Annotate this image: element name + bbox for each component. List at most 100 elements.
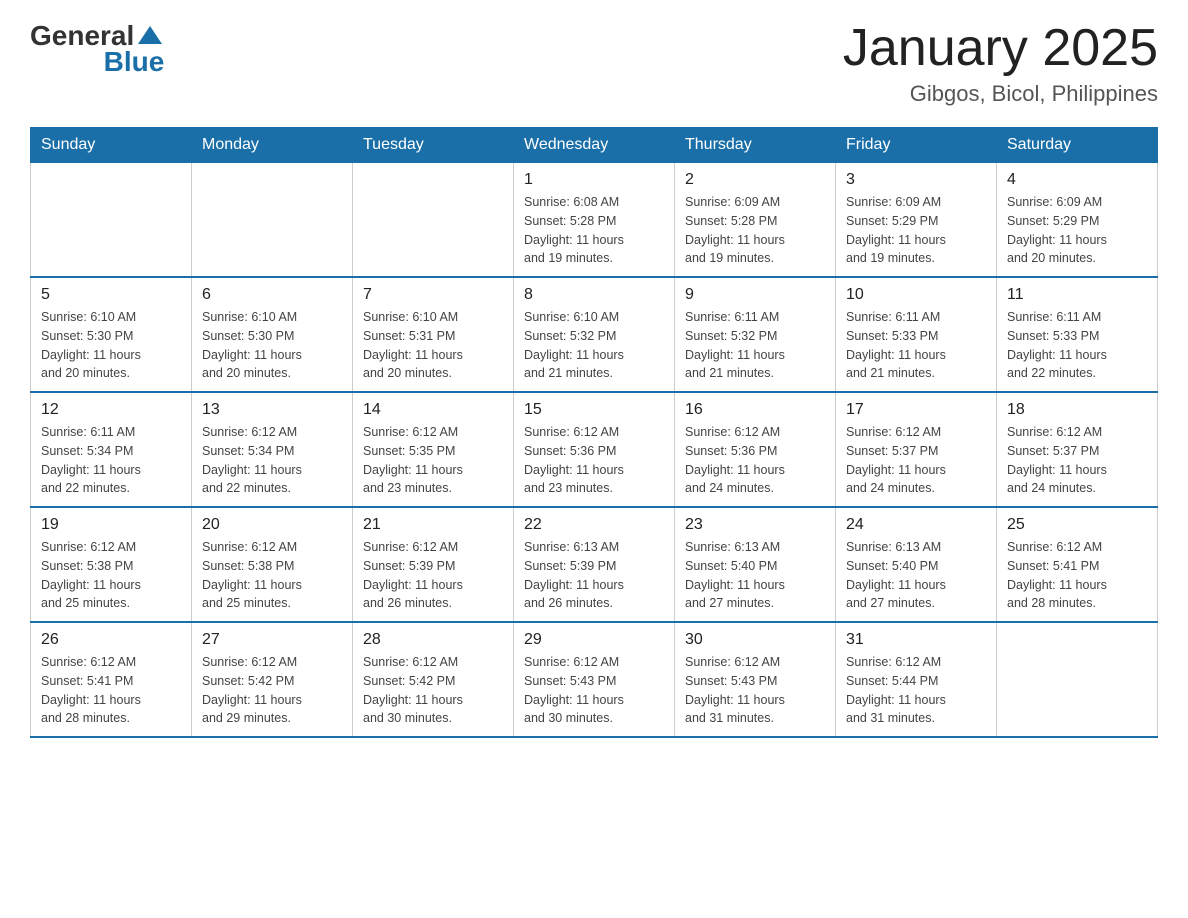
title-block: January 2025 Gibgos, Bicol, Philippines: [843, 20, 1158, 107]
day-number: 30: [685, 631, 825, 649]
day-info: Sunrise: 6:10 AMSunset: 5:30 PMDaylight:…: [202, 308, 342, 383]
calendar-day-1: 1 Sunrise: 6:08 AMSunset: 5:28 PMDaylight…: [514, 163, 675, 278]
day-info: Sunrise: 6:13 AMSunset: 5:40 PMDaylight:…: [846, 538, 986, 613]
page-header: General Blue January 2025 Gibgos, Bicol,…: [30, 20, 1158, 107]
calendar-header-row: SundayMondayTuesdayWednesdayThursdayFrid…: [31, 128, 1158, 163]
header-saturday: Saturday: [997, 128, 1158, 163]
day-info: Sunrise: 6:10 AMSunset: 5:30 PMDaylight:…: [41, 308, 181, 383]
day-info: Sunrise: 6:08 AMSunset: 5:28 PMDaylight:…: [524, 193, 664, 268]
day-number: 17: [846, 401, 986, 419]
calendar-day-26: 26 Sunrise: 6:12 AMSunset: 5:41 PMDayligh…: [31, 622, 192, 737]
day-info: Sunrise: 6:10 AMSunset: 5:32 PMDaylight:…: [524, 308, 664, 383]
header-monday: Monday: [192, 128, 353, 163]
day-info: Sunrise: 6:12 AMSunset: 5:37 PMDaylight:…: [1007, 423, 1147, 498]
day-number: 16: [685, 401, 825, 419]
calendar-day-24: 24 Sunrise: 6:13 AMSunset: 5:40 PMDayligh…: [836, 507, 997, 622]
day-info: Sunrise: 6:12 AMSunset: 5:42 PMDaylight:…: [202, 653, 342, 728]
header-wednesday: Wednesday: [514, 128, 675, 163]
day-number: 21: [363, 516, 503, 534]
calendar-empty-cell: [353, 163, 514, 278]
calendar-week-row: 26 Sunrise: 6:12 AMSunset: 5:41 PMDayligh…: [31, 622, 1158, 737]
day-info: Sunrise: 6:11 AMSunset: 5:32 PMDaylight:…: [685, 308, 825, 383]
calendar-empty-cell: [192, 163, 353, 278]
day-info: Sunrise: 6:09 AMSunset: 5:28 PMDaylight:…: [685, 193, 825, 268]
calendar-week-row: 19 Sunrise: 6:12 AMSunset: 5:38 PMDayligh…: [31, 507, 1158, 622]
calendar-day-29: 29 Sunrise: 6:12 AMSunset: 5:43 PMDayligh…: [514, 622, 675, 737]
calendar-day-8: 8 Sunrise: 6:10 AMSunset: 5:32 PMDaylight…: [514, 277, 675, 392]
day-info: Sunrise: 6:11 AMSunset: 5:33 PMDaylight:…: [846, 308, 986, 383]
day-number: 8: [524, 286, 664, 304]
logo-blue: Blue: [104, 46, 165, 77]
calendar-day-3: 3 Sunrise: 6:09 AMSunset: 5:29 PMDaylight…: [836, 163, 997, 278]
day-info: Sunrise: 6:11 AMSunset: 5:33 PMDaylight:…: [1007, 308, 1147, 383]
day-number: 12: [41, 401, 181, 419]
day-number: 10: [846, 286, 986, 304]
day-info: Sunrise: 6:13 AMSunset: 5:39 PMDaylight:…: [524, 538, 664, 613]
header-tuesday: Tuesday: [353, 128, 514, 163]
day-info: Sunrise: 6:09 AMSunset: 5:29 PMDaylight:…: [846, 193, 986, 268]
calendar-day-28: 28 Sunrise: 6:12 AMSunset: 5:42 PMDayligh…: [353, 622, 514, 737]
day-number: 28: [363, 631, 503, 649]
calendar-day-15: 15Sunrise: 6:12 AMSunset: 5:36 PMDayligh…: [514, 392, 675, 507]
header-friday: Friday: [836, 128, 997, 163]
day-number: 2: [685, 171, 825, 189]
header-thursday: Thursday: [675, 128, 836, 163]
day-number: 29: [524, 631, 664, 649]
day-number: 22: [524, 516, 664, 534]
calendar-week-row: 5 Sunrise: 6:10 AMSunset: 5:30 PMDaylight…: [31, 277, 1158, 392]
day-number: 4: [1007, 171, 1147, 189]
calendar-week-row: 12Sunrise: 6:11 AMSunset: 5:34 PMDayligh…: [31, 392, 1158, 507]
day-number: 27: [202, 631, 342, 649]
day-info: Sunrise: 6:12 AMSunset: 5:37 PMDaylight:…: [846, 423, 986, 498]
day-info: Sunrise: 6:12 AMSunset: 5:39 PMDaylight:…: [363, 538, 503, 613]
calendar-day-23: 23 Sunrise: 6:13 AMSunset: 5:40 PMDayligh…: [675, 507, 836, 622]
calendar-day-31: 31Sunrise: 6:12 AMSunset: 5:44 PMDayligh…: [836, 622, 997, 737]
calendar-day-21: 21 Sunrise: 6:12 AMSunset: 5:39 PMDayligh…: [353, 507, 514, 622]
day-number: 25: [1007, 516, 1147, 534]
day-number: 5: [41, 286, 181, 304]
calendar-day-5: 5 Sunrise: 6:10 AMSunset: 5:30 PMDaylight…: [31, 277, 192, 392]
calendar-day-6: 6 Sunrise: 6:10 AMSunset: 5:30 PMDaylight…: [192, 277, 353, 392]
day-number: 3: [846, 171, 986, 189]
calendar-day-19: 19Sunrise: 6:12 AMSunset: 5:38 PMDayligh…: [31, 507, 192, 622]
calendar-day-18: 18 Sunrise: 6:12 AMSunset: 5:37 PMDayligh…: [997, 392, 1158, 507]
calendar-day-14: 14 Sunrise: 6:12 AMSunset: 5:35 PMDayligh…: [353, 392, 514, 507]
day-info: Sunrise: 6:10 AMSunset: 5:31 PMDaylight:…: [363, 308, 503, 383]
day-info: Sunrise: 6:12 AMSunset: 5:43 PMDaylight:…: [685, 653, 825, 728]
day-number: 19: [41, 516, 181, 534]
day-number: 7: [363, 286, 503, 304]
day-number: 9: [685, 286, 825, 304]
calendar-day-7: 7 Sunrise: 6:10 AMSunset: 5:31 PMDaylight…: [353, 277, 514, 392]
calendar-day-30: 30 Sunrise: 6:12 AMSunset: 5:43 PMDayligh…: [675, 622, 836, 737]
day-info: Sunrise: 6:12 AMSunset: 5:35 PMDaylight:…: [363, 423, 503, 498]
calendar-day-10: 10 Sunrise: 6:11 AMSunset: 5:33 PMDayligh…: [836, 277, 997, 392]
day-number: 14: [363, 401, 503, 419]
calendar-table: SundayMondayTuesdayWednesdayThursdayFrid…: [30, 127, 1158, 738]
day-info: Sunrise: 6:12 AMSunset: 5:41 PMDaylight:…: [41, 653, 181, 728]
day-number: 15: [524, 401, 664, 419]
day-info: Sunrise: 6:12 AMSunset: 5:38 PMDaylight:…: [202, 538, 342, 613]
calendar-day-9: 9 Sunrise: 6:11 AMSunset: 5:32 PMDaylight…: [675, 277, 836, 392]
day-number: 23: [685, 516, 825, 534]
calendar-day-22: 22 Sunrise: 6:13 AMSunset: 5:39 PMDayligh…: [514, 507, 675, 622]
calendar-day-12: 12Sunrise: 6:11 AMSunset: 5:34 PMDayligh…: [31, 392, 192, 507]
day-number: 20: [202, 516, 342, 534]
day-number: 13: [202, 401, 342, 419]
calendar-empty-cell: [31, 163, 192, 278]
day-info: Sunrise: 6:09 AMSunset: 5:29 PMDaylight:…: [1007, 193, 1147, 268]
day-number: 1: [524, 171, 664, 189]
header-sunday: Sunday: [31, 128, 192, 163]
calendar-day-25: 25Sunrise: 6:12 AMSunset: 5:41 PMDayligh…: [997, 507, 1158, 622]
day-number: 6: [202, 286, 342, 304]
logo: General Blue: [30, 20, 164, 78]
day-number: 18: [1007, 401, 1147, 419]
day-info: Sunrise: 6:12 AMSunset: 5:43 PMDaylight:…: [524, 653, 664, 728]
day-number: 24: [846, 516, 986, 534]
day-number: 26: [41, 631, 181, 649]
calendar-day-16: 16Sunrise: 6:12 AMSunset: 5:36 PMDayligh…: [675, 392, 836, 507]
day-info: Sunrise: 6:13 AMSunset: 5:40 PMDaylight:…: [685, 538, 825, 613]
calendar-day-20: 20 Sunrise: 6:12 AMSunset: 5:38 PMDayligh…: [192, 507, 353, 622]
calendar-day-4: 4 Sunrise: 6:09 AMSunset: 5:29 PMDaylight…: [997, 163, 1158, 278]
calendar-day-17: 17 Sunrise: 6:12 AMSunset: 5:37 PMDayligh…: [836, 392, 997, 507]
day-info: Sunrise: 6:12 AMSunset: 5:42 PMDaylight:…: [363, 653, 503, 728]
